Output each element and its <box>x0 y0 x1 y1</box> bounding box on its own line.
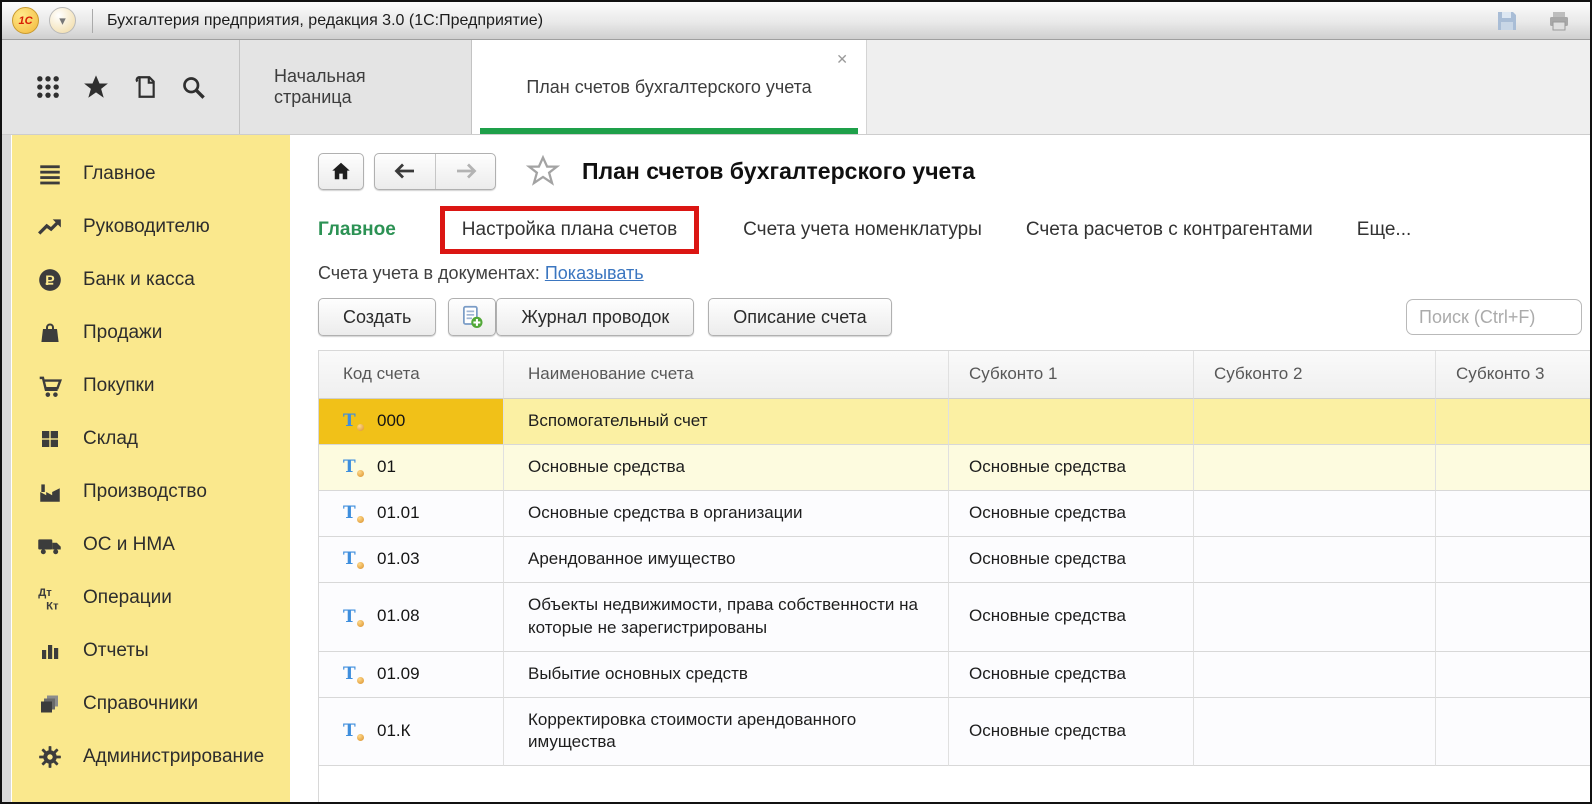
search-icon[interactable] <box>176 70 210 104</box>
document-accounts-line: Счета учета в документах: Показывать <box>318 263 1582 284</box>
show-link[interactable]: Показывать <box>545 263 644 283</box>
window-title: Бухгалтерия предприятия, редакция 3.0 (1… <box>107 12 543 30</box>
tab-home-page[interactable]: Начальная страница <box>240 40 472 134</box>
sidebar-item-manager[interactable]: Руководителю <box>12 200 290 253</box>
sections-panel: Главное Руководителю Р Банк и касса Прод… <box>12 135 290 802</box>
sidebar-item-warehouse[interactable]: Склад <box>12 412 290 465</box>
sidebar-item-operations[interactable]: ДтКт Операции <box>12 571 290 624</box>
home-button[interactable] <box>318 153 364 190</box>
table-row[interactable]: Т01 Основные средства Основные средства <box>319 445 1590 491</box>
search-input[interactable] <box>1406 299 1582 335</box>
shopping-bag-icon <box>36 319 63 346</box>
sidebar-item-purchases[interactable]: Покупки <box>12 359 290 412</box>
bar-chart-icon <box>36 637 63 664</box>
account-type-icon: Т <box>343 456 363 478</box>
page-title: План счетов бухгалтерского учета <box>582 158 975 185</box>
sidebar-item-production[interactable]: Производство <box>12 465 290 518</box>
tab-strip: Начальная страница План счетов бухгалтер… <box>2 40 1590 135</box>
table-row[interactable]: Т01.03 Арендованное имущество Основные с… <box>319 537 1590 583</box>
tab-close-icon[interactable]: ✕ <box>836 52 848 66</box>
account-type-icon: Т <box>343 410 363 432</box>
table-row[interactable]: Т000 Вспомогательный счет <box>319 399 1590 445</box>
account-type-icon: Т <box>343 606 363 628</box>
sidebar-item-directories[interactable]: Справочники <box>12 677 290 730</box>
ruble-icon: Р <box>36 266 63 293</box>
table-row[interactable]: Т01.09 Выбытие основных средств Основные… <box>319 652 1590 698</box>
column-header-code[interactable]: Код счета <box>319 351 504 399</box>
debit-credit-icon: Дт Кт <box>36 584 63 611</box>
history-icon[interactable] <box>128 70 162 104</box>
favorite-star-icon[interactable] <box>526 154 560 188</box>
table-row[interactable]: Т01.08 Объекты недвижимости, права собст… <box>319 583 1590 652</box>
create-copy-button[interactable] <box>448 298 496 336</box>
back-button[interactable] <box>375 154 435 189</box>
form-command-bar: Главное Настройка плана счетов Счета уче… <box>318 207 1582 253</box>
menu-item-main[interactable]: Главное <box>318 219 396 241</box>
active-tab-underline <box>480 128 858 134</box>
window-left-gutter <box>2 135 12 802</box>
sidebar-item-reports[interactable]: Отчеты <box>12 624 290 677</box>
account-type-icon: Т <box>343 720 363 742</box>
gear-icon <box>36 743 63 770</box>
create-button[interactable]: Создать <box>318 298 436 336</box>
pallet-icon <box>36 425 63 452</box>
history-nav-group <box>374 153 496 190</box>
sidebar-item-bank-cash[interactable]: Р Банк и касса <box>12 253 290 306</box>
tab-chart-of-accounts[interactable]: План счетов бухгалтерского учета ✕ <box>472 40 867 134</box>
account-type-icon: Т <box>343 502 363 524</box>
column-header-sub1[interactable]: Субконто 1 <box>949 351 1194 399</box>
list-toolbar: Создать Журнал проводок Описание счета <box>318 298 1582 336</box>
accounts-table: Код счета Наименование счета Субконто 1 … <box>318 350 1590 802</box>
favorites-star-icon[interactable] <box>79 70 113 104</box>
menu-item-contractor-accounts[interactable]: Счета расчетов с контрагентами <box>1026 219 1313 241</box>
svg-text:Р: Р <box>45 271 54 287</box>
sidebar-item-fixed-assets[interactable]: ОС и НМА <box>12 518 290 571</box>
column-header-name[interactable]: Наименование счета <box>504 351 949 399</box>
cart-icon <box>36 372 63 399</box>
account-type-icon: Т <box>343 548 363 570</box>
books-icon <box>36 690 63 717</box>
menu-item-more[interactable]: Еще... <box>1357 219 1412 241</box>
truck-icon <box>36 531 63 558</box>
menu-item-nomenclature-accounts[interactable]: Счета учета номенклатуры <box>743 219 982 241</box>
sidebar-item-sales[interactable]: Продажи <box>12 306 290 359</box>
table-header-row: Код счета Наименование счета Субконто 1 … <box>319 351 1590 399</box>
forward-button[interactable] <box>435 154 495 189</box>
column-header-sub2[interactable]: Субконто 2 <box>1194 351 1436 399</box>
table-row[interactable]: Т01.К Корректировка стоимости арендованн… <box>319 698 1590 767</box>
print-icon[interactable] <box>1542 4 1576 38</box>
column-header-sub3[interactable]: Субконто 3 <box>1436 351 1590 399</box>
1c-logo-button[interactable]: 1С <box>12 7 39 34</box>
sidebar-item-administration[interactable]: Администрирование <box>12 730 290 783</box>
trend-icon <box>36 213 63 240</box>
menu-item-chart-settings[interactable]: Настройка плана счетов <box>440 206 699 254</box>
factory-icon <box>36 478 63 505</box>
svg-text:Дт: Дт <box>38 586 52 598</box>
svg-text:Кт: Кт <box>46 600 59 612</box>
form-area: План счетов бухгалтерского учета Главное… <box>290 135 1590 802</box>
account-description-button[interactable]: Описание счета <box>708 298 891 336</box>
menu-icon <box>36 160 63 187</box>
form-navigation-row: План счетов бухгалтерского учета <box>318 151 1582 191</box>
document-accounts-label: Счета учета в документах: <box>318 263 540 283</box>
titlebar-separator <box>92 9 93 33</box>
title-bar: 1С ▾ Бухгалтерия предприятия, редакция 3… <box>2 2 1590 40</box>
table-row[interactable]: Т01.01 Основные средства в организации О… <box>319 491 1590 537</box>
sidebar-item-main[interactable]: Главное <box>12 147 290 200</box>
account-type-icon: Т <box>343 663 363 685</box>
main-menu-dropdown-button[interactable]: ▾ <box>49 7 76 34</box>
apps-grid-icon[interactable] <box>31 70 65 104</box>
quick-access-toolbar <box>2 40 240 134</box>
journal-button[interactable]: Журнал проводок <box>496 298 694 336</box>
application-window: 1С ▾ Бухгалтерия предприятия, редакция 3… <box>0 0 1592 804</box>
save-icon[interactable] <box>1490 4 1524 38</box>
